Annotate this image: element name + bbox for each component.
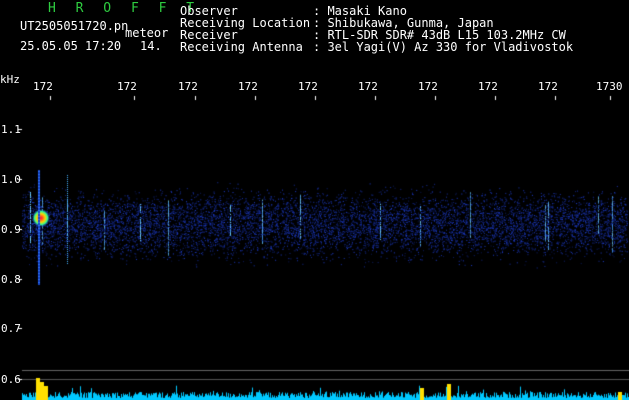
count-value: 14. xyxy=(140,39,162,53)
date-time: 25.05.05 17:20 xyxy=(20,39,122,53)
y-tick: 1.1 xyxy=(1,123,21,136)
antenna-value: : 3el Yagi(V) Az 330 for Vladivostok xyxy=(313,40,574,54)
category-label: meteor xyxy=(125,26,169,40)
x-tick: 172 xyxy=(538,80,558,93)
y-axis-unit: kHz xyxy=(0,73,20,86)
y-tick: 0.7 xyxy=(1,322,21,335)
x-tick: 172 xyxy=(178,80,198,93)
x-tick: 172 xyxy=(33,80,53,93)
x-tick: 172 xyxy=(298,80,318,93)
x-tick: 172 xyxy=(117,80,137,93)
app-title: H R O F F T xyxy=(48,1,201,16)
file-name: UT2505051720.pn xyxy=(20,19,129,33)
x-tick: 1730 xyxy=(596,80,623,93)
spectrogram xyxy=(0,0,629,400)
y-tick: 0.6 xyxy=(1,373,21,386)
antenna-label: Receiving Antenna xyxy=(180,40,303,54)
y-tick: 0.9 xyxy=(1,223,21,236)
x-tick: 172 xyxy=(358,80,378,93)
hrofft-screen: H R O F F T UT2505051720.pn meteor 25.05… xyxy=(0,0,629,400)
y-tick: 0.8 xyxy=(1,273,21,286)
x-tick: 172 xyxy=(238,80,258,93)
x-tick: 172 xyxy=(478,80,498,93)
y-tick: 1.0 xyxy=(1,173,21,186)
x-tick: 172 xyxy=(418,80,438,93)
